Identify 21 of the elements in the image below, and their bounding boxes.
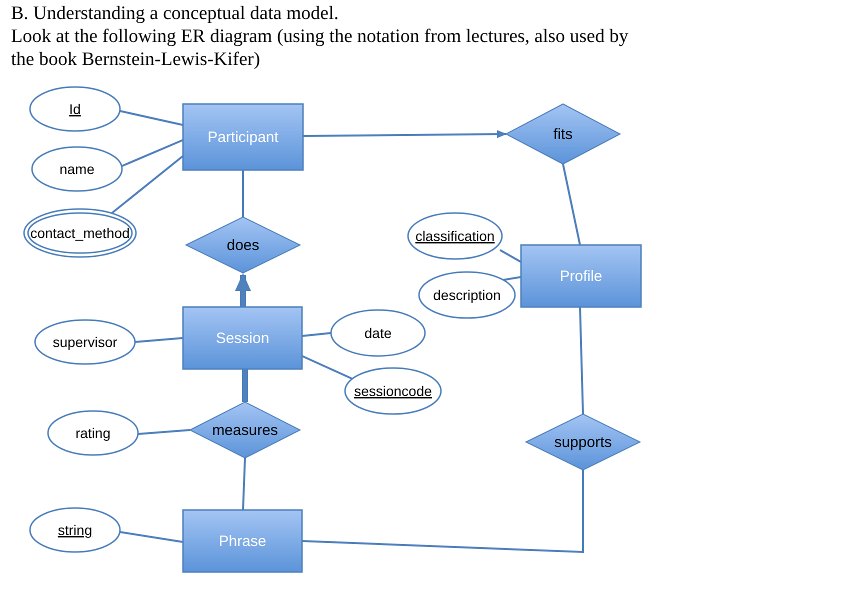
- instruction-text: Look at the following ER diagram (using the notation from lectures, also used by: [11, 25, 628, 48]
- relationship-diamond: fits: [504, 103, 622, 165]
- attribute-ellipse: rating: [47, 410, 139, 456]
- attribute-ellipse: supervisor: [34, 319, 136, 365]
- instruction-text: the book Bernstein-Lewis-Kifer): [11, 48, 260, 71]
- relationship-diamond: does: [184, 216, 302, 274]
- relationship-diamond: supports: [524, 413, 642, 471]
- attribute-ellipse: date: [330, 309, 426, 357]
- attribute-ellipse: sessioncode: [344, 367, 442, 415]
- attribute-ellipse: classification: [407, 212, 503, 260]
- entity-box: Profile: [520, 244, 642, 308]
- attribute-ellipse: Id: [29, 86, 121, 132]
- multivalued-attribute-ellipse: contact_method: [23, 208, 137, 258]
- attribute-ellipse: description: [418, 271, 516, 319]
- section-heading: B. Understanding a conceptual data model.: [11, 2, 339, 25]
- attribute-ellipse: string: [29, 507, 121, 553]
- attribute-ellipse: name: [31, 146, 123, 192]
- relationship-diamond: measures: [188, 401, 302, 459]
- entity-box: Phrase: [182, 509, 303, 573]
- entity-box: Participant: [182, 103, 304, 171]
- entity-box: Session: [182, 306, 303, 370]
